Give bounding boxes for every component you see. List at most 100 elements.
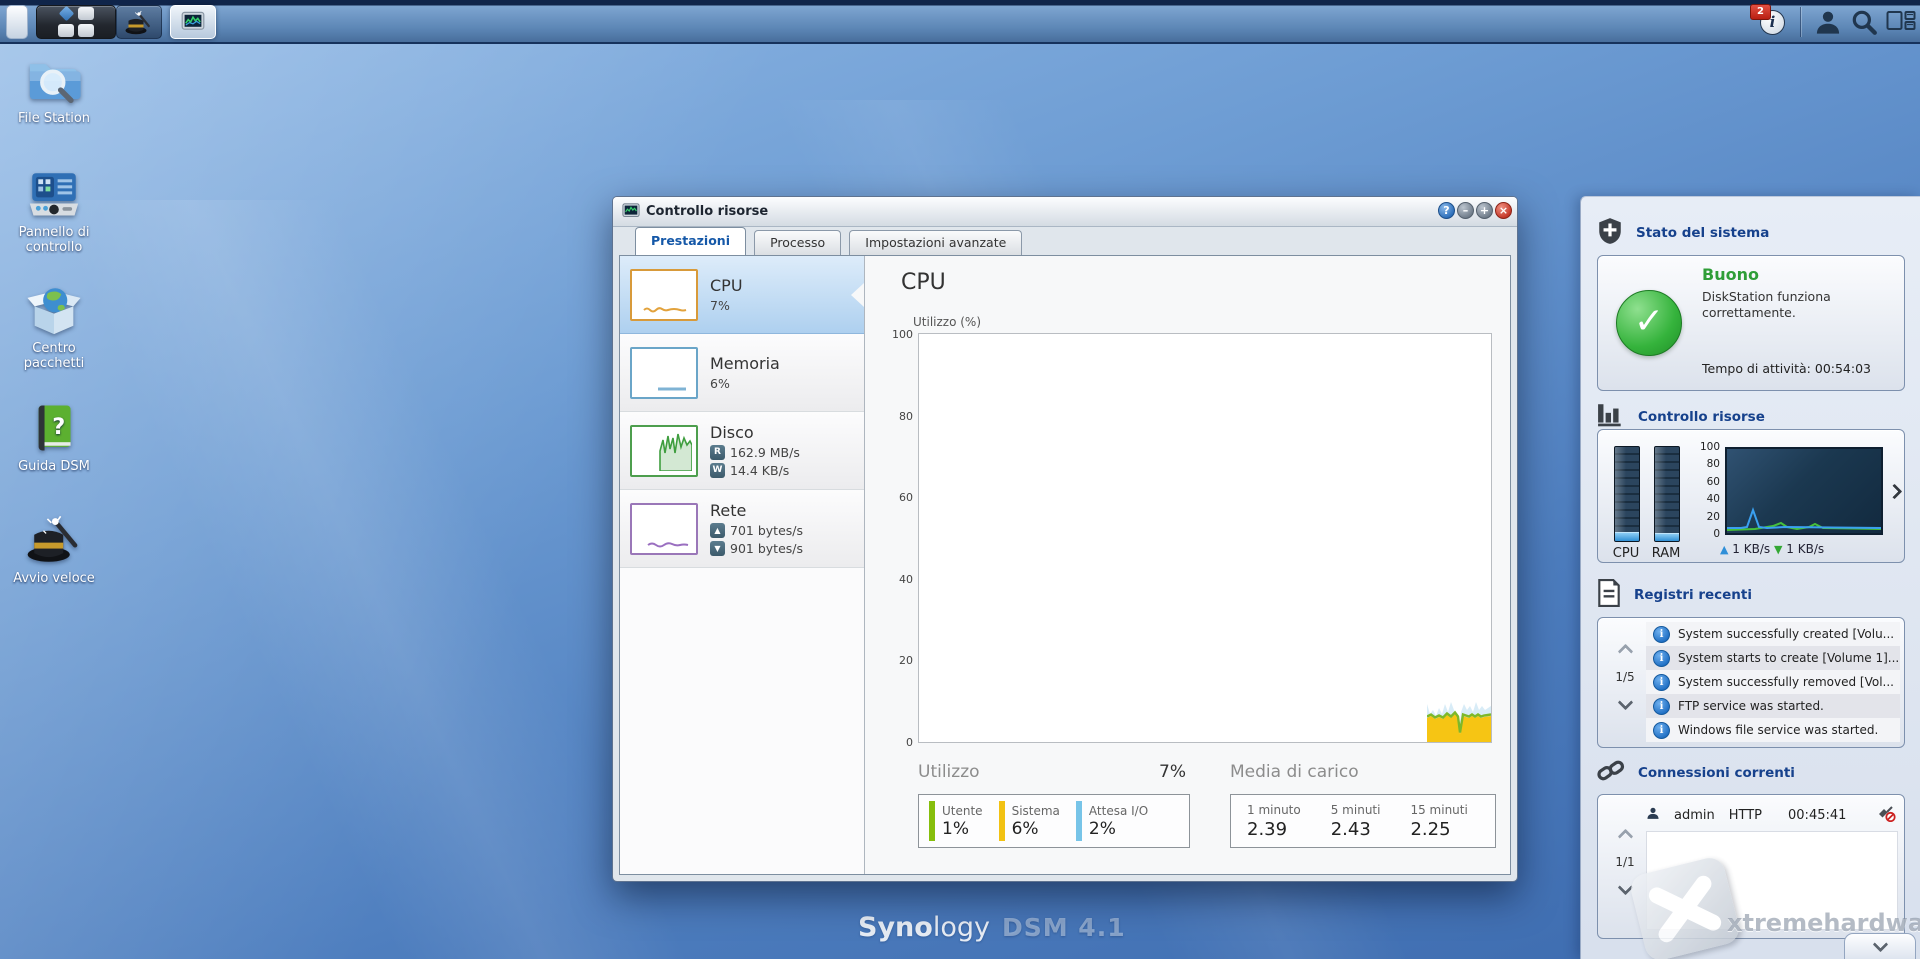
svg-text:?: ? (52, 414, 65, 440)
detail-title: CPU (901, 270, 946, 295)
pager-up-chevron[interactable] (1617, 828, 1633, 845)
download-arrow-icon: ▼ (1773, 543, 1783, 556)
system-status-header: Stato del sistema (1597, 217, 1769, 249)
y-tick: 20 (899, 654, 913, 668)
connection-time: 00:45:41 (1788, 807, 1847, 823)
file-station-icon (2, 56, 106, 106)
cpu-sparkline-thumbnail (630, 268, 698, 321)
network-down-value: 901 bytes/s (730, 541, 803, 556)
category-value: 6% (710, 376, 730, 391)
disk-write-value: 14.4 KB/s (730, 463, 790, 478)
ram-gauge-label: RAM (1651, 546, 1681, 561)
window-icon (622, 202, 640, 224)
pager-up-chevron[interactable] (1617, 643, 1633, 660)
list-item-rete[interactable]: Rete ▲ 701 bytes/s ▼ 901 bytes/s (620, 490, 864, 568)
main-menu-icon (37, 5, 115, 38)
tab-prestazioni[interactable]: Prestazioni (635, 227, 746, 255)
dsm-version: DSM 4.1 (1001, 913, 1126, 942)
taskbar-separator (1800, 7, 1801, 37)
legend-label: Sistema (1011, 803, 1060, 818)
write-badge-icon: W (710, 463, 725, 478)
network-throughput: ▲ 1 KB/s ▼ 1 KB/s (1720, 542, 1890, 556)
log-list: i System successfully created [Volu... i… (1646, 622, 1900, 742)
disk-sparkline-thumbnail (630, 424, 698, 477)
system-status-value: Buono (1702, 265, 1759, 284)
info-icon: i (1653, 673, 1670, 691)
log-entry[interactable]: i FTP service was started. (1646, 694, 1900, 718)
y-tick: 100 (892, 328, 913, 341)
show-desktop-button[interactable] (6, 5, 28, 39)
log-entry[interactable]: i System successfully created [Volu... (1646, 622, 1900, 646)
y-tick: 60 (899, 491, 913, 505)
status-ok-icon: ✓ (1616, 290, 1682, 356)
resource-monitor-taskbar-button[interactable] (170, 5, 216, 39)
load-1min: 1 minuto 2.39 (1247, 803, 1301, 840)
widget-title: Stato del sistema (1636, 225, 1770, 241)
mini-chart-y-axis: 100 80 60 40 20 0 (1699, 441, 1720, 540)
legend-color-sistema (998, 801, 1005, 841)
window-title: Controllo risorse (646, 204, 769, 219)
load-value: 2.25 (1410, 818, 1451, 840)
upload-rate: 1 KB/s (1732, 542, 1771, 556)
log-entry[interactable]: i System successfully removed [Vol... (1646, 670, 1900, 694)
system-status-description: DiskStation funziona correttamente. (1702, 289, 1831, 320)
tab-processo[interactable]: Processo (754, 230, 842, 255)
disk-read-value: 162.9 MB/s (730, 445, 800, 460)
person-icon (1646, 806, 1660, 824)
performance-category-list: CPU 7% Memoria 6% Disco R 162.9 MB/s W 1… (620, 256, 865, 874)
connection-row[interactable]: admin HTTP 00:45:41 (1646, 803, 1896, 827)
minimize-button[interactable]: – (1457, 202, 1474, 219)
open-resource-monitor-chevron[interactable] (1886, 483, 1903, 500)
list-item-disco[interactable]: Disco R 162.9 MB/s W 14.4 KB/s (620, 412, 864, 490)
connection-protocol: HTTP (1728, 807, 1763, 823)
notification-count-badge: 2 (1750, 4, 1771, 20)
log-entry[interactable]: i System starts to create [Volume 1]... (1646, 646, 1900, 670)
usage-total-value: 7% (1159, 762, 1186, 782)
y-tick: 0 (906, 736, 913, 749)
control-panel-icon (2, 170, 106, 220)
desktop-icon-file-station[interactable]: File Station (2, 56, 106, 126)
info-icon: i (1653, 649, 1670, 667)
load-average-title: Media di carico (1230, 762, 1359, 782)
desktop-icon-quick-start[interactable]: Avvio veloce (2, 514, 106, 586)
disconnect-icon[interactable] (1876, 804, 1896, 826)
magic-hat-icon (2, 514, 106, 566)
bar-chart-icon (1597, 403, 1625, 431)
load-label: 15 minuti (1410, 802, 1468, 817)
maximize-button[interactable]: + (1476, 202, 1493, 219)
usage-section-title: Utilizzo (918, 762, 980, 782)
help-button[interactable]: ? (1438, 202, 1455, 219)
list-item-cpu[interactable]: CPU 7% (620, 256, 864, 334)
pilot-view-button[interactable] (1886, 8, 1916, 36)
user-menu-button[interactable] (1814, 8, 1842, 36)
pager-down-chevron[interactable] (1617, 694, 1633, 711)
brand-light: logy (932, 912, 990, 943)
category-name: Rete (710, 501, 747, 520)
connection-user: admin (1674, 807, 1715, 823)
widget-title: Controllo risorse (1638, 409, 1765, 425)
desktop-icon-package-center[interactable]: Centro pacchetti (2, 284, 106, 371)
notifications-button[interactable]: i 2 (1750, 4, 1785, 36)
load-label: 5 minuti (1330, 802, 1381, 817)
category-name: CPU (710, 276, 743, 295)
main-menu-button[interactable] (36, 5, 116, 39)
desktop-icon-control-panel[interactable]: Pannello di controllo (2, 170, 106, 255)
desktop-icon-dsm-help[interactable]: ? Guida DSM (2, 402, 106, 474)
pager-position: 1/5 (1615, 670, 1635, 684)
desktop: i 2 File Station Pannello di controllo C… (0, 0, 1920, 959)
load-average-box: 1 minuto 2.39 5 minuti 2.43 15 minuti 2.… (1230, 794, 1496, 848)
uptime-text: Tempo di attività: 00:54:03 (1702, 361, 1872, 376)
quick-start-taskbar-button[interactable] (116, 5, 162, 39)
legend-color-attesa-io (1075, 801, 1082, 841)
tab-impostazioni-avanzate[interactable]: Impostazioni avanzate (849, 230, 1023, 255)
widgets-sidebar: Stato del sistema ✓ Buono DiskStation fu… (1580, 196, 1920, 959)
window-content: CPU 7% Memoria 6% Disco R 162.9 MB/s W 1… (619, 255, 1511, 875)
window-titlebar[interactable]: Controllo risorse ? – + × (613, 197, 1517, 227)
upload-arrow-icon: ▲ (710, 523, 725, 538)
load-15min: 15 minuti 2.25 (1410, 803, 1467, 840)
close-button[interactable]: × (1495, 202, 1512, 219)
legend-utente: Utente 1% (929, 801, 983, 841)
search-button[interactable] (1850, 8, 1878, 36)
list-item-memoria[interactable]: Memoria 6% (620, 334, 864, 412)
log-entry[interactable]: i Windows file service was started. (1646, 718, 1900, 742)
